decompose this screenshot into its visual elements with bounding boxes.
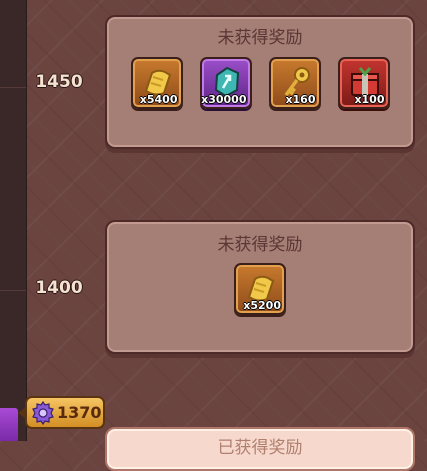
reward-list: x5400 x30000 x160 x100 <box>107 57 413 109</box>
reward-item[interactable]: x5400 <box>130 57 183 109</box>
progress-fill <box>0 408 18 441</box>
reward-item[interactable]: x100 <box>337 57 390 109</box>
reward-count: x100 <box>354 93 385 106</box>
reward-count: x30000 <box>201 93 247 106</box>
tier-points-label: 1450 <box>35 72 83 92</box>
tier-reward-panel[interactable]: 未获得奖励 x5200 <box>105 220 415 354</box>
track-tick <box>0 87 26 88</box>
tier-reward-panel-claimed[interactable]: 已获得奖励 <box>105 427 415 471</box>
reward-list: x5200 <box>107 263 413 315</box>
reward-item[interactable]: x5200 <box>234 263 286 315</box>
current-points-badge: 1370 <box>18 396 105 429</box>
reward-item[interactable]: x30000 <box>199 57 252 109</box>
reward-status-label: 未获得奖励 <box>217 235 303 255</box>
current-points-value: 1370 <box>57 403 102 422</box>
tier-points-label: 1400 <box>35 278 83 298</box>
reward-count: x160 <box>285 93 316 106</box>
reward-count: x5200 <box>243 299 281 312</box>
purple-gear-icon <box>32 401 54 425</box>
reward-status-label: 未获得奖励 <box>217 28 303 48</box>
reward-count: x5400 <box>139 93 178 106</box>
tier-reward-panel[interactable]: 未获得奖励 x5400 x30000 x160 x100 <box>105 15 415 149</box>
track-tick <box>0 290 26 291</box>
reward-item[interactable]: x160 <box>268 57 321 109</box>
progress-track <box>0 0 27 441</box>
reward-status-label: 已获得奖励 <box>217 438 303 458</box>
